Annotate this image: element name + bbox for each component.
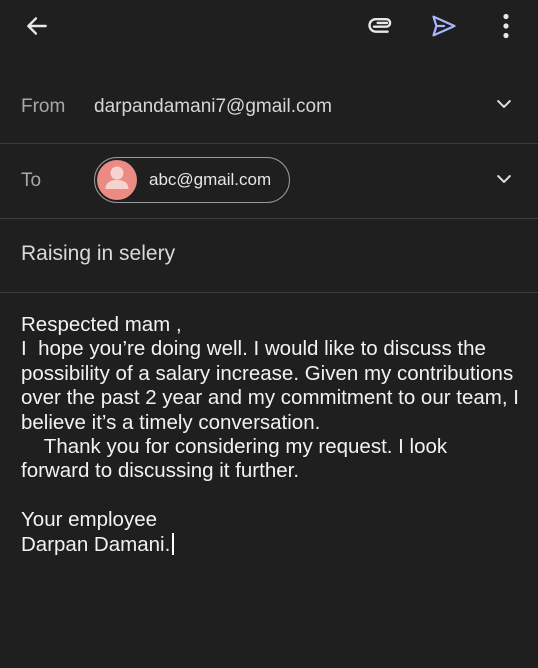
- from-label: From: [21, 96, 66, 117]
- chevron-down-icon: [494, 169, 514, 194]
- recipient-email: abc@gmail.com: [149, 170, 272, 189]
- top-app-bar: [0, 0, 538, 56]
- divider: [0, 292, 538, 293]
- from-row: From darpandamani7@gmail.com: [0, 70, 538, 142]
- divider: [0, 218, 538, 219]
- send-icon: [430, 12, 458, 45]
- body-text: Respected mam , I hope you’re doing well…: [21, 313, 519, 556]
- from-expand-button[interactable]: [490, 92, 518, 120]
- more-vert-icon: [502, 13, 510, 44]
- arrow-left-icon: [24, 13, 50, 44]
- send-button[interactable]: [422, 8, 466, 48]
- avatar: [97, 160, 137, 200]
- text-cursor: [172, 532, 175, 555]
- subject-field[interactable]: Raising in selery: [21, 242, 175, 266]
- to-expand-button[interactable]: [490, 167, 518, 195]
- chevron-down-icon: [494, 94, 514, 119]
- paperclip-icon: [367, 11, 397, 46]
- person-icon: [97, 160, 137, 200]
- recipient-chip[interactable]: abc@gmail.com: [94, 157, 290, 203]
- back-button[interactable]: [14, 8, 60, 48]
- from-address[interactable]: darpandamani7@gmail.com: [94, 96, 332, 118]
- attach-button[interactable]: [360, 8, 404, 48]
- more-options-button[interactable]: [486, 8, 526, 48]
- to-label: To: [21, 170, 42, 191]
